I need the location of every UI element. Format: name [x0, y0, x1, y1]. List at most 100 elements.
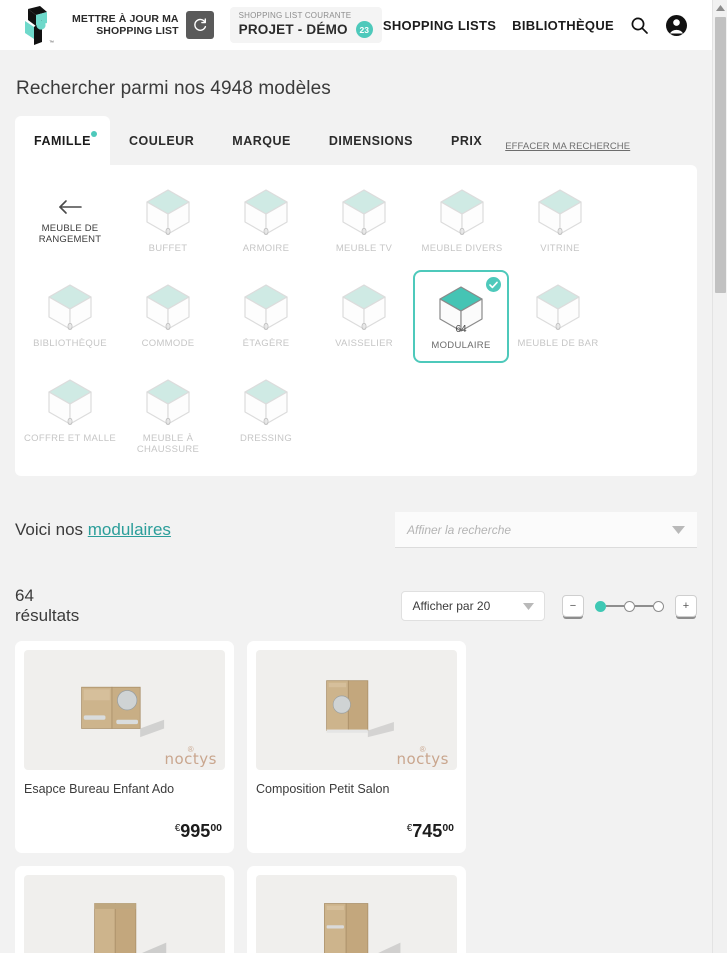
tab-dimensions[interactable]: DIMENSIONS: [310, 116, 432, 165]
family-item-modulaire[interactable]: 64 MODULAIRE: [413, 270, 509, 363]
scrollbar-thumb[interactable]: [715, 17, 726, 293]
family-item-meuble-divers[interactable]: 0 MEUBLE DIVERS: [413, 175, 511, 270]
tab-famille[interactable]: FAMILLE: [15, 116, 110, 165]
current-shopping-list-chip[interactable]: SHOPPING LIST COURANTE PROJET - DÉMO 23: [229, 7, 382, 43]
family-item-label: COMMODE: [141, 338, 195, 349]
family-item-label: MEUBLE À CHAUSSURE: [136, 433, 200, 455]
per-page-label: Afficher par 20: [412, 599, 491, 613]
search-icon[interactable]: [630, 16, 649, 35]
family-item-count: 0: [555, 322, 561, 333]
tab-famille-label: FAMILLE: [34, 133, 91, 148]
family-item-count: 0: [263, 322, 269, 333]
cube-icon: 0: [41, 374, 99, 432]
cube-icon: 64: [432, 281, 490, 339]
family-item-vaisselier[interactable]: 0 VAISSELIER: [315, 270, 413, 365]
family-back-button[interactable]: MEUBLE DE RANGEMENT: [21, 175, 119, 270]
cube-icon: 0: [529, 279, 587, 337]
family-item-vitrine[interactable]: 0 VITRINE: [511, 175, 609, 270]
per-page-select[interactable]: Afficher par 20: [401, 591, 545, 621]
family-item-tag-re[interactable]: 0 ÉTAGÈRE: [217, 270, 315, 365]
zoom-out-button[interactable]: −: [562, 595, 584, 617]
family-item-count: 0: [67, 417, 73, 428]
family-item-count: 0: [361, 322, 367, 333]
cube-icon: 0: [139, 184, 197, 242]
family-item-meuble-chaussure[interactable]: 0 MEUBLE À CHAUSSURE: [119, 365, 217, 460]
refine-search-input[interactable]: Affiner la recherche: [395, 512, 697, 548]
tab-marque[interactable]: MARQUE: [213, 116, 310, 165]
update-shopping-list-button[interactable]: METTRE À JOUR MA SHOPPING LIST: [72, 11, 214, 39]
grid-size-controls: − +: [562, 595, 697, 617]
family-item-buffet[interactable]: 0 BUFFET: [119, 175, 217, 270]
slider-step-3[interactable]: [653, 600, 664, 612]
product-image: ®noctys: [256, 875, 457, 953]
cube-icon: 0: [139, 374, 197, 432]
shopping-list-row: PROJET - DÉMO 23: [239, 21, 373, 38]
vertical-scrollbar[interactable]: [712, 0, 727, 953]
family-item-label: VITRINE: [540, 243, 580, 254]
family-item-label: ÉTAGÈRE: [242, 338, 290, 349]
family-item-commode[interactable]: 0 COMMODE: [119, 270, 217, 365]
arrow-left-icon: [59, 200, 82, 214]
family-item-coffre-et-malle[interactable]: 0 COFFRE ET MALLE: [21, 365, 119, 460]
family-item-label: BIBLIOTHÈQUE: [33, 338, 107, 349]
product-card[interactable]: ®noctysComposition d'Entrée 3x2 - Varian…: [15, 866, 234, 953]
product-image: ®noctys: [24, 875, 225, 953]
page-content: Rechercher parmi nos 4948 modèles FAMILL…: [0, 50, 712, 953]
tab-prix[interactable]: PRIX: [432, 116, 501, 165]
chevron-down-icon: [672, 521, 685, 539]
cube-logo[interactable]: ™: [14, 3, 58, 47]
family-item-label: VAISSELIER: [335, 338, 393, 349]
family-item-label: BUFFET: [148, 243, 188, 254]
product-title: Esapce Bureau Enfant Ado: [24, 782, 175, 796]
family-item-count: 0: [263, 417, 269, 428]
top-header: ™ METTRE À JOUR MA SHOPPING LIST SHOPPIN…: [0, 0, 712, 50]
family-item-count: 0: [459, 227, 465, 238]
cube-icon: 0: [139, 279, 197, 337]
slider-step-1[interactable]: [595, 600, 606, 612]
family-item-biblioth-que[interactable]: 0 BIBLIOTHÈQUE: [21, 270, 119, 365]
account-icon[interactable]: [665, 14, 688, 37]
nav-bibliotheque[interactable]: BIBLIOTHÈQUE: [512, 18, 614, 33]
tab-couleur[interactable]: COULEUR: [110, 116, 213, 165]
family-item-count: 0: [165, 227, 171, 238]
cube-icon: 0: [335, 279, 393, 337]
clear-search-link[interactable]: EFFACER MA RECHERCHE: [505, 141, 630, 152]
refine-search-placeholder: Affiner la recherche: [407, 522, 512, 537]
scroll-up-arrow-icon[interactable]: [713, 0, 727, 15]
brand-watermark: ® noctys: [164, 745, 217, 768]
filter-tabs: FAMILLE COULEUR MARQUE DIMENSIONS PRIX E…: [15, 116, 697, 165]
price-amount: 745: [412, 821, 443, 841]
product-card[interactable]: ® noctys Composition Petit Salon €74500: [247, 641, 466, 853]
slider-step-2[interactable]: [624, 600, 635, 612]
family-item-label: MEUBLE DIVERS: [421, 243, 503, 254]
product-price: €99500: [24, 821, 225, 844]
family-item-meuble-de-bar[interactable]: 0 MEUBLE DE BAR: [509, 270, 607, 365]
product-card[interactable]: ® noctys Esapce Bureau Enfant Ado €99500: [15, 641, 234, 853]
family-item-dressing[interactable]: 0 DRESSING: [217, 365, 315, 460]
cube-icon: 0: [531, 184, 589, 242]
price-cents: 00: [442, 822, 454, 834]
svg-text:™: ™: [49, 40, 54, 46]
update-shopping-list-label: METTRE À JOUR MA SHOPPING LIST: [72, 13, 179, 37]
grid-size-slider[interactable]: [595, 600, 664, 612]
brand-name: noctys: [164, 750, 217, 768]
results-heading-row: Voici nos modulaires Affiner la recherch…: [15, 511, 697, 549]
furniture-illustration: [93, 903, 166, 953]
tab-active-dot-icon: [90, 131, 97, 137]
product-image: ®noctys: [256, 650, 457, 770]
slider-track-1: [606, 605, 624, 607]
refresh-icon[interactable]: [185, 11, 214, 39]
family-item-armoire[interactable]: 0 ARMOIRE: [217, 175, 315, 270]
family-item-label: MEUBLE TV: [335, 243, 393, 254]
results-heading: Voici nos modulaires: [15, 520, 171, 540]
product-card[interactable]: ®noctys: [247, 866, 466, 953]
family-item-meuble-tv[interactable]: 0 MEUBLE TV: [315, 175, 413, 270]
header-nav: SHOPPING LISTS BIBLIOTHÈQUE: [383, 14, 698, 37]
family-item-label: MODULAIRE: [431, 340, 491, 351]
nav-shopping-lists[interactable]: SHOPPING LISTS: [383, 18, 496, 33]
family-item-count: 0: [165, 322, 171, 333]
zoom-in-button[interactable]: +: [675, 595, 697, 617]
results-heading-link[interactable]: modulaires: [88, 520, 171, 539]
cube-icon: 0: [237, 279, 295, 337]
cube-icon: 0: [433, 184, 491, 242]
